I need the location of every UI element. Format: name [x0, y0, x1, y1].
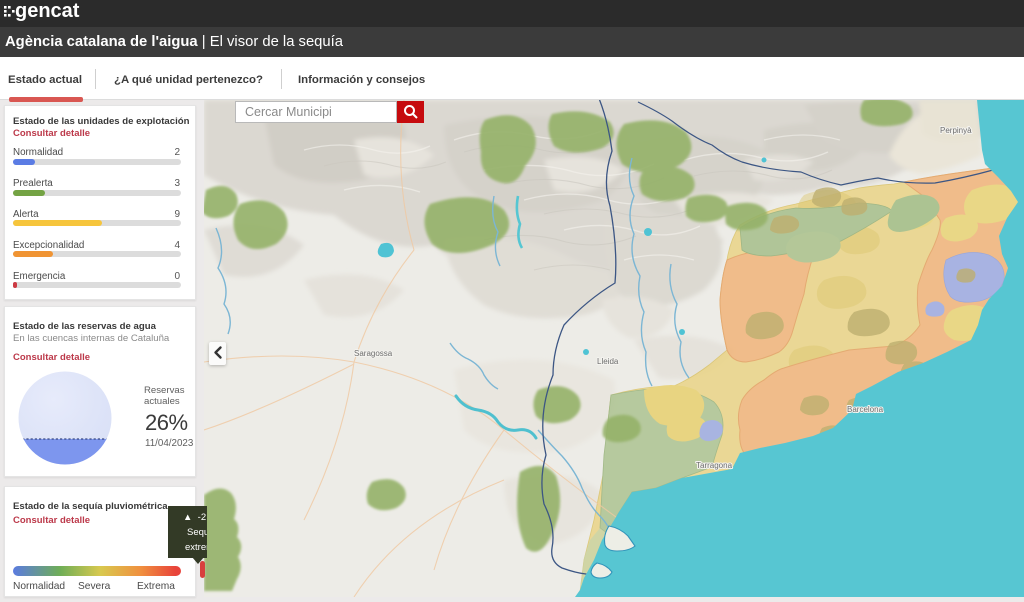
svg-text:Perpinyà: Perpinyà [940, 126, 972, 135]
svg-text:Tarragona: Tarragona [696, 461, 733, 470]
svg-text:Saragossa: Saragossa [354, 349, 393, 358]
svg-text:Barcelona: Barcelona [847, 405, 884, 414]
svg-text:Lleida: Lleida [597, 357, 619, 366]
